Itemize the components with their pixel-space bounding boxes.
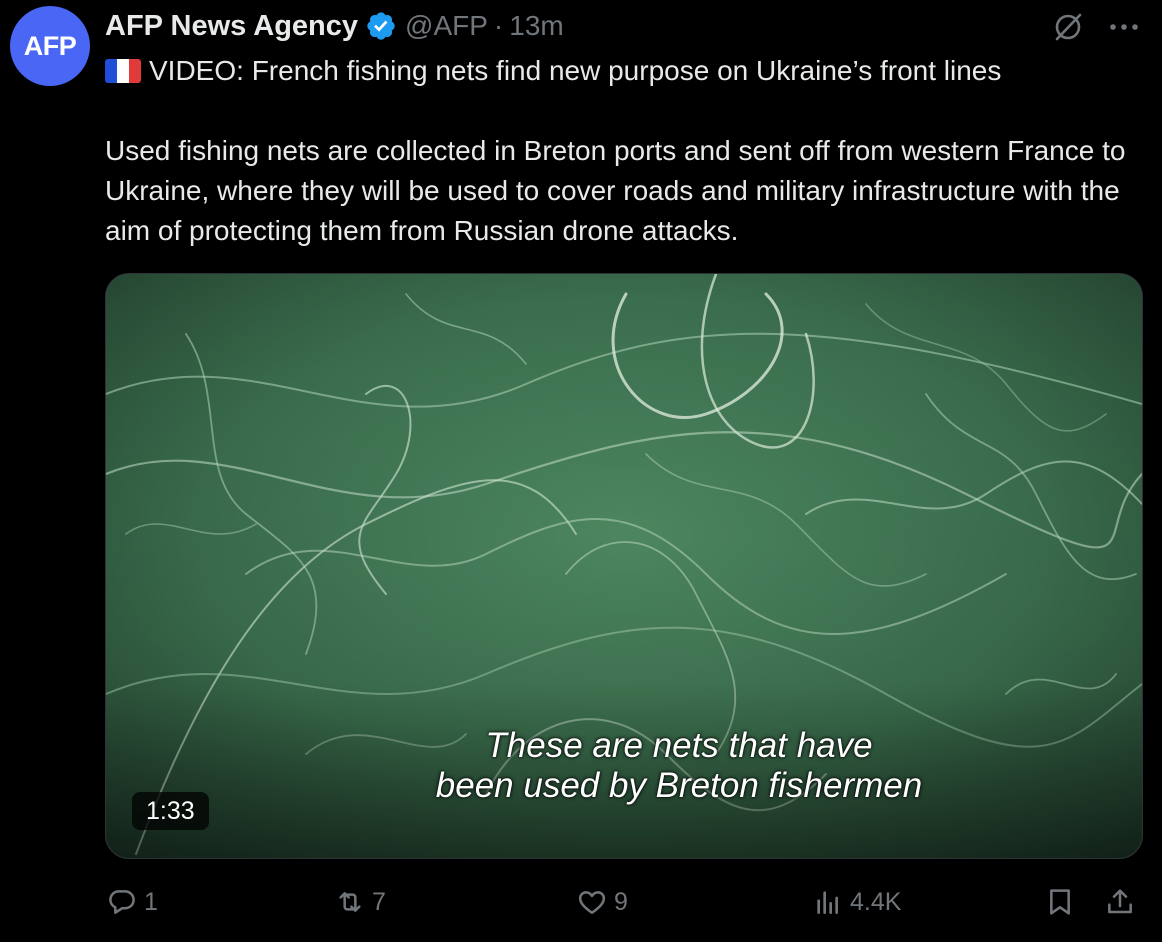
share-button[interactable]: [1104, 880, 1136, 924]
tweet-headline: VIDEO: French fishing nets find new purp…: [105, 51, 1145, 91]
reply-button[interactable]: 1: [106, 880, 158, 924]
share-icon: [1108, 889, 1132, 914]
reply-count: 1: [144, 887, 158, 916]
verified-badge-icon: [367, 12, 395, 40]
view-count: 4.4K: [850, 887, 902, 916]
bookmark-icon: [1050, 889, 1070, 915]
heart-icon: [578, 891, 606, 914]
headline-text: VIDEO: French fishing nets find new purp…: [149, 55, 1002, 86]
more-options-icon[interactable]: [1104, 12, 1144, 42]
views-button[interactable]: 4.4K: [812, 880, 901, 924]
video-subtitle-line1: These are nets that have: [485, 726, 873, 765]
video-duration-badge: 1:33: [132, 792, 209, 830]
repost-count: 7: [372, 887, 386, 916]
tweet-header: AFP News Agency @AFP · 13m: [105, 6, 564, 46]
tweet-body: Used fishing nets are collected in Breto…: [105, 135, 1126, 246]
like-count: 9: [614, 887, 628, 916]
bookmark-button[interactable]: [1044, 880, 1076, 924]
author-handle[interactable]: @AFP: [405, 10, 488, 42]
repost-icon: [339, 892, 361, 912]
video-player[interactable]: These are nets that have been used by Br…: [105, 273, 1143, 859]
avatar[interactable]: AFP: [10, 6, 90, 86]
france-flag-icon: [105, 59, 141, 83]
tweet-actions: 1 7 9 4.4K: [0, 880, 1162, 924]
reply-icon: [109, 890, 135, 914]
repost-button[interactable]: 7: [334, 880, 386, 924]
timestamp[interactable]: 13m: [509, 10, 563, 42]
views-chart-icon: [817, 891, 838, 914]
like-button[interactable]: 9: [576, 880, 628, 924]
grok-icon[interactable]: [1051, 10, 1085, 44]
author-name[interactable]: AFP News Agency: [105, 10, 358, 43]
tweet-text: VIDEO: French fishing nets find new purp…: [105, 51, 1145, 251]
video-subtitle-line2: been used by Breton fishermen: [435, 766, 923, 805]
separator-dot: ·: [493, 10, 504, 41]
